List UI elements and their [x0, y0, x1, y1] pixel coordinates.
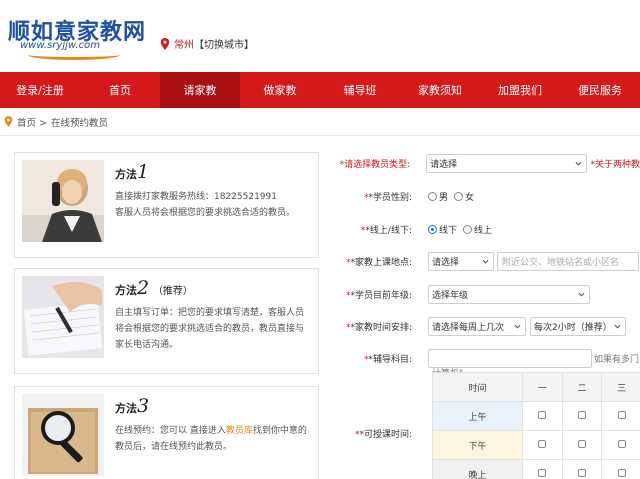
gender-row: **学员性别: 男 女: [330, 186, 640, 206]
row-label: 下午: [432, 430, 523, 460]
magnifier-photo: [22, 394, 104, 476]
teacher-type-label: *请选择教员类型:: [339, 159, 411, 170]
time-checkbox[interactable]: [577, 439, 586, 448]
city-selector[interactable]: 常州 【切换城市】: [160, 36, 254, 51]
location-row: **家教上课地点: 请选择 附近公交、地铁站名或小区名: [330, 251, 640, 271]
nav-services[interactable]: 便民服务: [560, 72, 640, 108]
time-checkbox[interactable]: [538, 410, 547, 419]
main-nav: 登录/注册 首页 请家教 做家教 辅导班 家教须知 加盟我们 便民服务: [0, 72, 640, 108]
method-3-title: 方法3: [115, 395, 150, 417]
method-card-phone: 方法1 直接拨打家教服务热线：18225521991 客服人员将会根据您的要求挑…: [14, 152, 319, 258]
chevron-down-icon: [614, 324, 621, 329]
nav-notice[interactable]: 家教须知: [400, 72, 480, 108]
duration-select[interactable]: 每次2小时（推荐）: [530, 316, 626, 336]
time-checkbox[interactable]: [538, 439, 547, 448]
nav-classes[interactable]: 辅导班: [320, 72, 400, 108]
method-1-title: 方法1: [115, 161, 150, 183]
table-header: 时间: [432, 372, 523, 402]
row-label: 上午: [432, 401, 523, 431]
nav-hire-tutor[interactable]: 请家教: [160, 72, 240, 108]
schedule-row: **家教时间安排: 请选择每周上几次 每次2小时（推荐）: [330, 316, 640, 336]
grade-row: **学员目前年级: 选择年级: [330, 284, 640, 304]
method-1-desc: 直接拨打家教服务热线：18225521991 客服人员将会根据您的要求挑选合适的…: [115, 192, 296, 218]
time-checkbox[interactable]: [577, 410, 586, 419]
mode-online-radio[interactable]: 线上: [463, 223, 492, 236]
subject-label: **辅导科目:: [363, 354, 412, 365]
chevron-down-icon: [578, 292, 585, 297]
method-card-order: 方法2 （推荐） 自主填写订单：把您的要求填写清楚，客服人员 将会根据您的要求挑…: [14, 268, 319, 374]
mode-label: **线上/线下:: [360, 225, 412, 236]
nav-home[interactable]: 首页: [80, 72, 160, 108]
site-header: 顺如意家教网 www.sryjjw.com 常州 【切换城市】: [0, 0, 640, 72]
phone-support-photo: [22, 160, 104, 242]
gender-label: **学员性别:: [363, 192, 412, 203]
radio-checked-icon: [428, 224, 437, 234]
chevron-down-icon: [482, 259, 489, 264]
method-card-online: 方法3 在线预约：您可以 直接进入教员库找到你中意的 教员后，请在线预约此教员。: [14, 386, 319, 479]
time-checkbox[interactable]: [617, 439, 626, 448]
table-header-row: 时间 一 二 三: [432, 372, 640, 402]
subject-row: **辅导科目: 如果有多门: [330, 348, 640, 368]
table-header: 二: [561, 372, 603, 402]
row-label: 晚上: [432, 459, 523, 479]
logo-swoosh: [28, 50, 120, 60]
method-2-desc: 自主填写订单：把您的要求填写清楚，客服人员 将会根据您的要求挑选适合的教员，教员…: [115, 308, 305, 350]
table-header: 一: [522, 372, 563, 402]
teacher-type-note[interactable]: *关于两种教: [590, 157, 640, 170]
teacher-type-row: *请选择教员类型: 请选择 *关于两种教: [330, 153, 640, 173]
method-3-desc: 在线预约：您可以 直接进入教员库找到你中意的 教员后，请在线预约此教员。: [115, 426, 307, 452]
radio-icon: [428, 191, 437, 201]
subject-hint: 如果有多门: [594, 354, 640, 365]
radio-icon: [454, 191, 464, 201]
method-2-title: 方法2 （推荐）: [115, 277, 193, 299]
table-row: 晚上: [432, 459, 640, 479]
radio-icon: [463, 224, 473, 234]
grade-select[interactable]: 选择年级: [428, 284, 590, 304]
writing-order-photo: [22, 276, 104, 358]
gender-female-radio[interactable]: 女: [454, 190, 474, 203]
mode-offline-radio[interactable]: 线下: [428, 223, 457, 236]
address-input[interactable]: 附近公交、地铁站名或小区名: [497, 251, 639, 271]
mode-row: **线上/线下: 线下 线上: [330, 219, 640, 239]
breadcrumb: 首页 > 在线预约教员: [0, 108, 640, 136]
schedule-label: **家教时间安排:: [345, 322, 412, 333]
frequency-select[interactable]: 请选择每周上几次: [428, 316, 526, 336]
chevron-down-icon: [575, 161, 582, 166]
breadcrumb-home[interactable]: 首页 >: [17, 115, 47, 129]
time-checkbox[interactable]: [617, 468, 626, 477]
grade-label: **学员目前年级:: [345, 290, 412, 301]
location-pin-icon: [160, 37, 170, 50]
table-row: 上午: [432, 401, 640, 431]
time-checkbox[interactable]: [617, 410, 626, 419]
table-row: 下午: [432, 430, 640, 460]
subject-input[interactable]: [428, 348, 592, 368]
breadcrumb-current: 在线预约教员: [50, 117, 108, 129]
nav-join[interactable]: 加盟我们: [480, 72, 560, 108]
teacher-type-select[interactable]: 请选择: [426, 153, 588, 173]
time-checkbox[interactable]: [538, 468, 547, 477]
time-checkbox[interactable]: [577, 468, 586, 477]
available-label: **可授课时间:: [354, 429, 412, 440]
nav-login[interactable]: 登录/注册: [0, 72, 80, 108]
booking-form: *请选择教员类型: 请选择 *关于两种教 **学员性别: 男 女 **线上/线下…: [330, 136, 640, 479]
current-city: 常州: [174, 40, 194, 51]
location-label: **家教上课地点:: [345, 257, 412, 268]
teacher-library-link[interactable]: 教员库: [226, 426, 253, 436]
chevron-down-icon: [514, 324, 521, 329]
schedule-table: 时间 一 二 三 上午 下午 晚上: [432, 372, 640, 479]
location-pin-icon: [4, 116, 13, 127]
gender-male-radio[interactable]: 男: [428, 190, 448, 203]
nav-be-tutor[interactable]: 做家教: [240, 72, 320, 108]
table-header: 三: [601, 372, 640, 402]
switch-city-link[interactable]: 【切换城市】: [194, 36, 254, 51]
district-select[interactable]: 请选择: [428, 251, 494, 271]
